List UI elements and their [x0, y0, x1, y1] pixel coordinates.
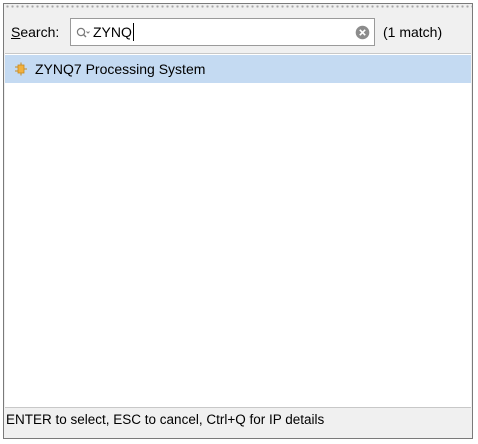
- search-row: Search: (1 match): [4, 16, 472, 48]
- ip-core-icon: [14, 62, 28, 76]
- search-label-mnemonic: S: [11, 24, 21, 40]
- search-icon: [76, 26, 90, 38]
- list-item-zynq7-processing-system[interactable]: ZYNQ7 Processing System: [5, 55, 471, 83]
- ip-search-popup: Search: (1 match): [3, 3, 473, 439]
- search-label-text: earch:: [20, 24, 60, 40]
- status-hint: ENTER to select, ESC to cancel, Ctrl+Q f…: [6, 412, 325, 427]
- text-caret: [132, 23, 134, 41]
- results-list[interactable]: ZYNQ7 Processing System: [5, 53, 471, 408]
- resize-grip[interactable]: [4, 4, 472, 10]
- list-item-label: ZYNQ7 Processing System: [35, 61, 206, 77]
- search-input[interactable]: [93, 23, 343, 41]
- search-label: Search:: [11, 24, 59, 40]
- match-count: (1 match): [383, 24, 443, 40]
- clear-search-icon[interactable]: [355, 25, 370, 40]
- search-field[interactable]: [70, 18, 375, 46]
